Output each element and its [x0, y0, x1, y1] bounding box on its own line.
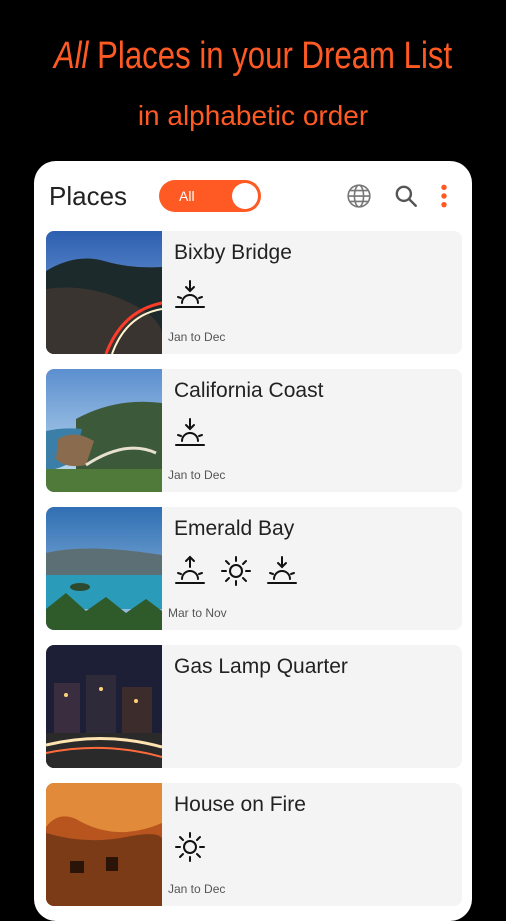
toggle-label: All: [179, 188, 195, 204]
moon-icon: [221, 420, 234, 446]
place-name: Emerald Bay: [174, 517, 295, 540]
moon-icon: [315, 558, 328, 584]
place-name: Gas Lamp Quarter: [174, 655, 348, 678]
moon-icon: [221, 282, 234, 308]
promo-subheadline: in alphabetic order: [137, 100, 369, 131]
sunrise-icon: [175, 280, 205, 308]
phone-screen: Places All Bixby Bridge Jan to Dec Calif…: [34, 161, 472, 921]
place-card-emerald-bay[interactable]: Emerald Bay Mar to Nov: [46, 507, 462, 630]
best-months: Jan to Dec: [168, 330, 226, 344]
place-photo: [46, 645, 162, 768]
sunset-icon: [267, 556, 297, 584]
place-photo: [46, 369, 162, 492]
place-name: California Coast: [174, 379, 324, 402]
best-months: Mar to Nov: [168, 606, 227, 620]
place-name: House on Fire: [174, 793, 306, 816]
globe-icon[interactable]: [346, 183, 372, 209]
place-card-bixby-bridge[interactable]: Bixby Bridge Jan to Dec: [46, 231, 462, 354]
sun-icon: [175, 832, 205, 862]
toggle-knob: [232, 183, 258, 209]
app-bar: Places All: [34, 161, 472, 229]
place-card-california-coast[interactable]: California Coast Jan to Dec: [46, 369, 462, 492]
sunrise-icon: [175, 555, 205, 584]
best-months: Jan to Dec: [168, 882, 226, 896]
place-card-gas-lamp-quarter[interactable]: Gas Lamp Quarter: [46, 645, 462, 768]
place-card-house-on-fire[interactable]: House on Fire Jan to Dec: [46, 783, 462, 906]
more-options-icon[interactable]: [431, 183, 457, 209]
page-title: Places: [49, 181, 128, 211]
place-photo: [46, 507, 162, 630]
sun-icon: [221, 556, 251, 586]
place-name: Bixby Bridge: [174, 241, 292, 264]
place-photo: [46, 231, 162, 354]
sunrise-icon: [175, 418, 205, 446]
promo-headline: All Places in your Dream List: [53, 35, 453, 77]
best-months: Jan to Dec: [168, 468, 226, 482]
all-places-toggle[interactable]: All: [159, 180, 261, 212]
search-icon[interactable]: [393, 183, 419, 209]
place-photo: [46, 783, 162, 906]
